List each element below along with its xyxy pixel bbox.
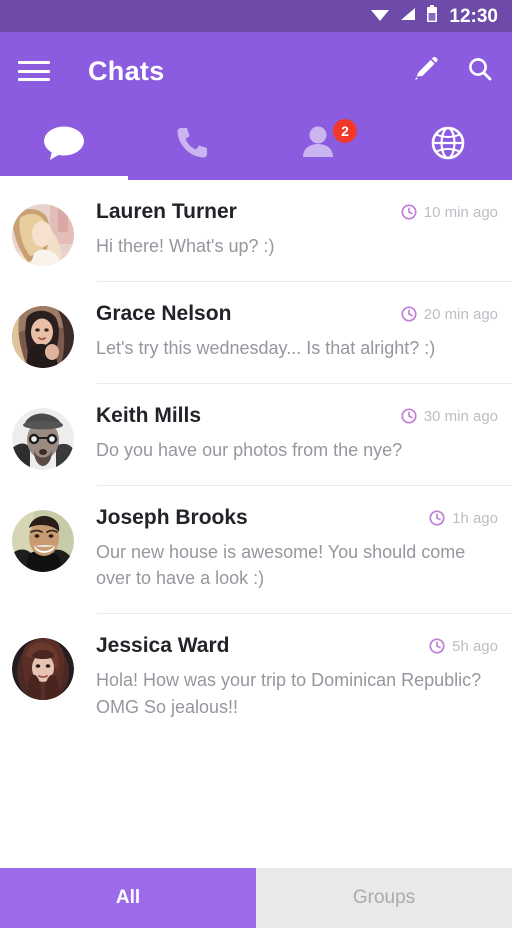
filter-tab-groups[interactable]: Groups <box>256 868 512 928</box>
row-spacer <box>96 361 498 383</box>
chat-item-body: Keith Mills 30 min ago Do you have our p… <box>96 384 498 485</box>
chat-item-body: Joseph Brooks 1h ago Our new house is aw… <box>96 486 498 613</box>
pencil-compose-icon[interactable] <box>412 55 440 88</box>
battery-icon <box>426 4 438 28</box>
row-spacer <box>96 259 498 281</box>
message-preview: Hola! How was your trip to Dominican Rep… <box>96 670 482 717</box>
contact-name: Joseph Brooks <box>96 506 248 530</box>
chat-item-body: Jessica Ward 5h ago Hola! How was your t… <box>96 614 498 719</box>
contact-name: Lauren Turner <box>96 200 237 223</box>
chat-timestamp: 30 min ago <box>401 408 498 425</box>
status-bar-time: 12:30 <box>449 5 498 27</box>
avatar <box>12 204 74 266</box>
chat-list-item[interactable]: Joseph Brooks 1h ago Our new house is aw… <box>0 486 512 613</box>
tab-public[interactable] <box>384 110 512 180</box>
timestamp-text: 30 min ago <box>423 407 498 425</box>
search-icon[interactable] <box>466 55 494 88</box>
chat-list[interactable]: Lauren Turner 10 min ago Hi there! What'… <box>0 180 512 868</box>
message-preview: Let's try this wednesday... Is that alri… <box>96 338 436 359</box>
page-title: Chats <box>88 55 165 86</box>
chat-item-body: Grace Nelson 20 min ago Let's try this w… <box>96 282 498 383</box>
row-spacer <box>96 591 498 613</box>
wifi-icon <box>370 6 390 27</box>
chat-list-item[interactable]: Lauren Turner 10 min ago Hi there! What'… <box>0 180 512 281</box>
clock-icon <box>401 306 417 322</box>
timestamp-text: 20 min ago <box>423 305 498 323</box>
clock-icon <box>429 510 445 526</box>
row-spacer <box>96 463 498 485</box>
app-bar: Chats <box>0 32 512 110</box>
message-preview: Do you have our photos from the nye? <box>96 440 403 461</box>
clock-icon <box>429 638 445 655</box>
message-preview: Our new house is awesome! You should com… <box>96 542 466 589</box>
person-icon: 2 <box>299 118 357 168</box>
clock-icon <box>401 408 417 424</box>
phone-icon <box>172 123 212 168</box>
contacts-unread-badge: 2 <box>333 118 357 143</box>
status-bar: 12:30 <box>0 0 512 32</box>
chat-item-header: Jessica Ward 5h ago <box>96 634 498 658</box>
avatar <box>12 306 74 369</box>
chat-item-header: Lauren Turner 10 min ago <box>96 200 498 224</box>
clock-icon <box>401 204 417 220</box>
filter-tab-all[interactable]: All <box>0 868 256 928</box>
chat-list-item[interactable]: Grace Nelson 20 min ago Let's try this w… <box>0 282 512 383</box>
cellular-signal-icon <box>399 6 417 27</box>
tab-bar: 2 <box>0 110 512 180</box>
chat-item-header: Grace Nelson 20 min ago <box>96 302 498 326</box>
tab-chats[interactable] <box>0 110 128 180</box>
timestamp-text: 10 min ago <box>423 203 498 221</box>
timestamp-text: 1h ago <box>452 509 498 527</box>
hamburger-menu-icon[interactable] <box>18 59 50 83</box>
chat-item-body: Lauren Turner 10 min ago Hi there! What'… <box>96 180 498 281</box>
contact-name: Jessica Ward <box>96 634 230 658</box>
message-preview: Hi there! What's up? :) <box>96 236 275 256</box>
tab-calls[interactable] <box>128 110 256 180</box>
chat-list-item[interactable]: Keith Mills 30 min ago Do you have our p… <box>0 384 512 485</box>
bottom-filter-tabs: All Groups <box>0 868 512 928</box>
chat-timestamp: 5h ago <box>429 638 498 655</box>
chat-item-header: Joseph Brooks 1h ago <box>96 506 498 530</box>
chat-timestamp: 20 min ago <box>401 306 498 323</box>
avatar <box>12 638 74 701</box>
chat-list-item[interactable]: Jessica Ward 5h ago Hola! How was your t… <box>0 614 512 719</box>
chat-bubble-icon <box>41 123 87 168</box>
chat-timestamp: 1h ago <box>429 510 498 527</box>
avatar <box>12 510 74 573</box>
globe-icon <box>428 123 468 168</box>
chat-item-header: Keith Mills 30 min ago <box>96 404 498 428</box>
chat-timestamp: 10 min ago <box>401 204 498 221</box>
avatar <box>12 408 74 471</box>
contact-name: Grace Nelson <box>96 302 232 326</box>
timestamp-text: 5h ago <box>452 637 498 655</box>
app-bar-actions <box>412 55 494 88</box>
tab-contacts[interactable]: 2 <box>256 110 384 180</box>
contact-name: Keith Mills <box>96 404 202 428</box>
